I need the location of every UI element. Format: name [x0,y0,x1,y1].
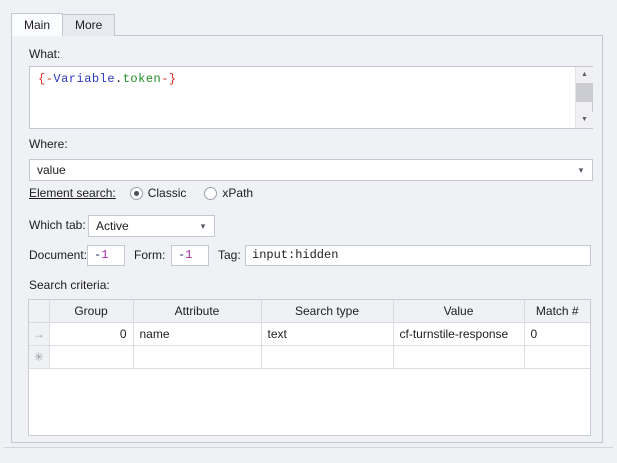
radio-classic[interactable]: Classic [130,186,187,200]
which-tab-value: Active [96,219,129,233]
cell-value-empty[interactable] [393,345,524,368]
table-new-row: ✳ [29,345,590,368]
bottom-divider [4,447,613,448]
cell-value[interactable]: cf-turnstile-response [393,322,524,345]
tag-value: input:hidden [252,248,338,262]
form-input[interactable]: -1 [171,245,209,266]
what-scrollbar[interactable]: ▲ ▼ [575,67,592,128]
cell-search-type[interactable]: text [261,322,393,345]
scroll-up-icon[interactable]: ▲ [576,67,593,83]
radio-xpath[interactable]: xPath [204,186,253,200]
tag-label: Tag: [218,248,241,262]
cell-group-empty[interactable] [49,345,133,368]
col-value[interactable]: Value [393,300,524,322]
col-search-type[interactable]: Search type [261,300,393,322]
tag-input[interactable]: input:hidden [245,245,591,266]
tab-strip: Main More [11,13,115,36]
scroll-down-icon[interactable]: ▼ [576,112,593,128]
document-input[interactable]: -1 [87,245,125,266]
table-row: → 0 name text cf-turnstile-response 0 [29,322,590,345]
which-tab-label: Which tab: [29,218,86,232]
radio-xpath-label: xPath [222,186,253,200]
search-criteria-grid: Group Attribute Search type Value Match … [28,299,591,436]
chevron-down-icon[interactable]: ▾ [574,160,588,180]
cell-match-empty[interactable] [524,345,590,368]
tab-more[interactable]: More [63,14,115,36]
table-header-row: Group Attribute Search type Value Match … [29,300,590,322]
where-combobox[interactable]: value ▾ [29,159,593,181]
what-label: What: [29,47,60,61]
cell-search-type-empty[interactable] [261,345,393,368]
tab-main[interactable]: Main [11,13,63,36]
cell-attribute[interactable]: name [133,322,261,345]
radio-selected-icon[interactable] [130,187,143,200]
criteria-table: Group Attribute Search type Value Match … [29,300,590,369]
current-row-arrow-icon[interactable]: → [29,322,49,345]
cell-match[interactable]: 0 [524,322,590,345]
radio-unselected-icon[interactable] [204,187,217,200]
col-match[interactable]: Match # [524,300,590,322]
col-row-indicator[interactable] [29,300,49,322]
what-value: {-Variable.token-} [38,72,177,86]
col-group[interactable]: Group [49,300,133,322]
new-row-icon[interactable]: ✳ [29,345,49,368]
tab-page-main: What: {-Variable.token-} ▲ ▼ Where: valu… [11,35,603,443]
form-label: Form: [134,248,165,262]
search-criteria-label: Search criteria: [29,278,110,292]
dialog-body: { "tabs": { "main": "Main", "more": "Mor… [0,0,617,463]
where-label: Where: [29,137,68,151]
which-tab-combobox[interactable]: Active ▾ [88,215,215,237]
cell-attribute-empty[interactable] [133,345,261,368]
scrollbar-thumb[interactable] [576,83,593,102]
cell-group[interactable]: 0 [49,322,133,345]
document-label: Document: [29,248,87,262]
where-value: value [37,163,66,177]
form-value: -1 [178,248,192,262]
what-textarea[interactable]: {-Variable.token-} ▲ ▼ [29,66,593,129]
radio-classic-label: Classic [148,186,187,200]
element-search-label: Element search: [29,186,116,200]
element-search-row: Element search: Classic xPath [29,186,271,200]
document-value: -1 [94,248,108,262]
col-attribute[interactable]: Attribute [133,300,261,322]
chevron-down-icon[interactable]: ▾ [196,216,210,236]
